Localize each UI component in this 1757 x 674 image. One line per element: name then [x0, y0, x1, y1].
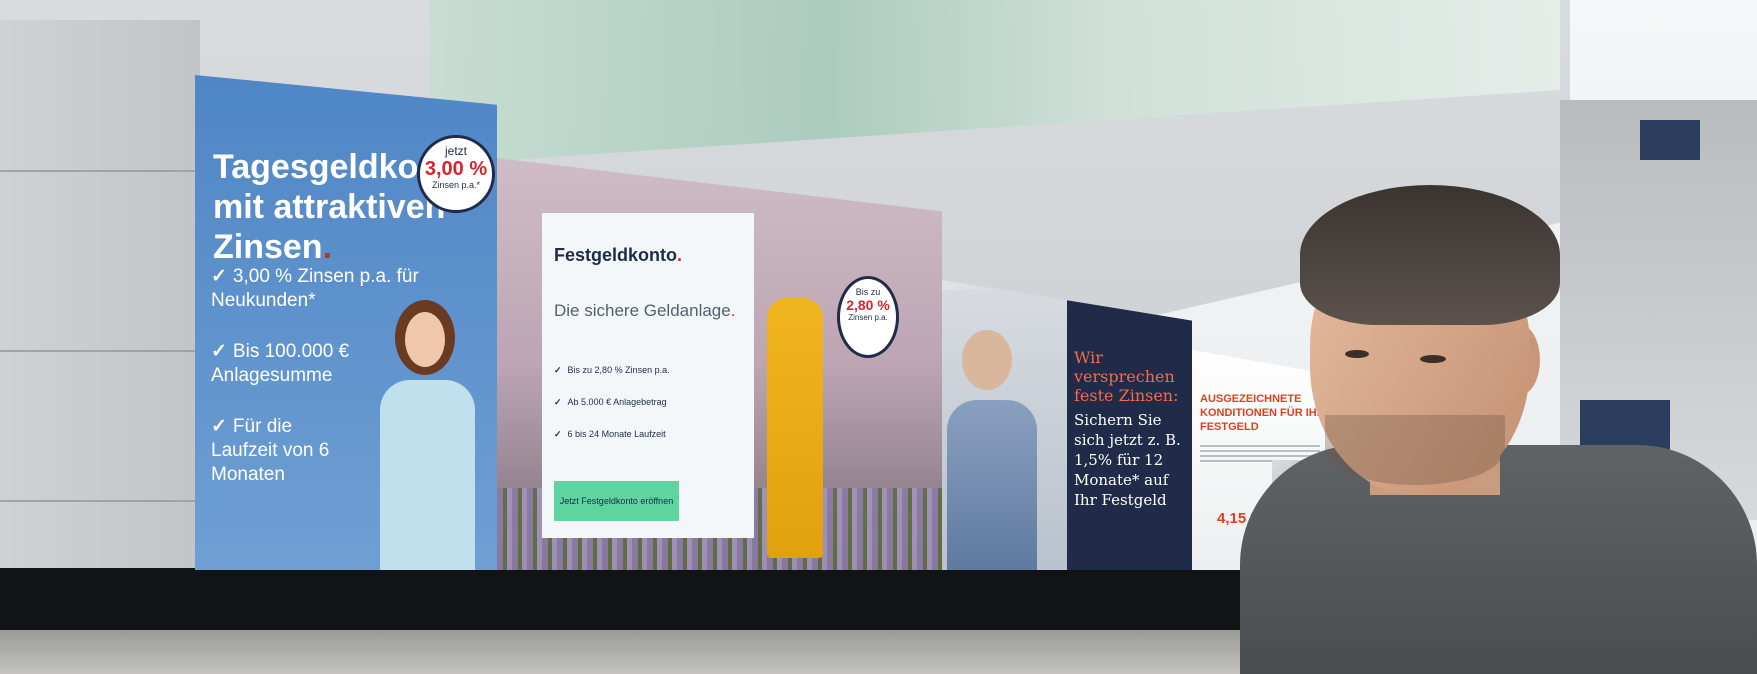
panel-seam	[0, 350, 200, 352]
man-stubble	[1325, 415, 1505, 485]
festgeld-subtitle-text: Die sichere Geldanlage	[554, 301, 731, 320]
billboard-feste-zinsen: Wir versprechen feste Zinsen: Sichern Si…	[942, 280, 1192, 570]
badge-rate: 2,80 %	[846, 297, 890, 313]
feature-text: 6 bis 24 Monate Laufzeit	[567, 429, 666, 439]
woman-face	[962, 330, 1012, 390]
check-icon: ✓	[554, 397, 562, 407]
building-window	[1640, 120, 1700, 160]
check-icon: ✓	[211, 416, 227, 437]
feature-text: Bis 100.000 € Anlagesumme	[211, 341, 350, 386]
woman-face	[405, 312, 445, 367]
woman-shirt	[380, 380, 475, 570]
open-festgeldkonto-button: Jetzt Festgeldkonto eröffnen	[554, 481, 679, 521]
person-yellow-raincoat	[767, 298, 823, 558]
smiling-woman-photo	[365, 290, 485, 570]
billboard-tagesgeld: Tagesgeldkonto mit attraktiven Zinsen. j…	[195, 75, 497, 570]
check-icon: ✓	[211, 341, 227, 362]
festgeld-title: Festgeldkonto.	[554, 245, 682, 266]
zinsen-offer-text: Sichern Sie sich jetzt z. B. 1,5% für 12…	[1074, 411, 1181, 509]
ground-floor-band	[0, 568, 1420, 638]
feature-text: Bis zu 2,80 % Zinsen p.a.	[567, 365, 670, 375]
festgeld-subtitle: Die sichere Geldanlage.	[554, 301, 754, 321]
feature-text: Für die Laufzeit von 6 Monaten	[211, 416, 330, 485]
badge-top-text: jetzt	[444, 144, 467, 158]
festgeld-info-card: Festgeldkonto. Die sichere Geldanlage. ✓…	[542, 213, 754, 538]
zinsen-headline: Wir versprechen feste Zinsen:	[1074, 348, 1179, 405]
festgeld-rate-badge: Bis zu 2,80 % Zinsen p.a.	[837, 276, 899, 358]
title-dot: .	[677, 245, 683, 265]
facade-panels-left	[0, 20, 200, 580]
billboard-festgeld: Festgeldkonto. Die sichere Geldanlage. ✓…	[497, 158, 942, 570]
check-icon: ✓	[554, 365, 562, 375]
badge-bottom-text: Zinsen p.a.*	[431, 180, 481, 190]
subtitle-dot: .	[730, 301, 736, 320]
panel-seam	[0, 500, 200, 502]
street-scene: Tagesgeldkonto mit attraktiven Zinsen. j…	[0, 0, 1757, 674]
feature-text: Ab 5.000 € Anlagebetrag	[567, 397, 667, 407]
tagesgeld-rate-badge: jetzt 3,00 % Zinsen p.a.*	[417, 135, 495, 213]
badge-bottom-text: Zinsen p.a.	[848, 313, 888, 322]
man-eye	[1345, 350, 1369, 358]
man-portrait	[1240, 185, 1757, 674]
festgeld-feature-2: ✓ Ab 5.000 € Anlagebetrag	[554, 397, 749, 408]
woman-sweater-photo	[942, 290, 1067, 570]
festgeld-feature-3: ✓ 6 bis 24 Monate Laufzeit	[554, 429, 749, 440]
badge-top-text: Bis zu	[855, 287, 881, 297]
title-dot: .	[322, 228, 333, 266]
man-hair	[1300, 185, 1560, 325]
man-eye	[1420, 355, 1446, 363]
badge-rate: 3,00 %	[424, 158, 488, 180]
panel-seam	[0, 170, 200, 172]
woman-sweater	[947, 400, 1037, 570]
check-icon: ✓	[211, 266, 227, 287]
festgeld-feature-1: ✓ Bis zu 2,80 % Zinsen p.a.	[554, 365, 749, 376]
check-icon: ✓	[554, 429, 562, 439]
festgeld-title-text: Festgeldkonto	[554, 245, 678, 265]
tagesgeld-feature-3: ✓ Für die Laufzeit von 6 Monaten	[211, 415, 361, 487]
